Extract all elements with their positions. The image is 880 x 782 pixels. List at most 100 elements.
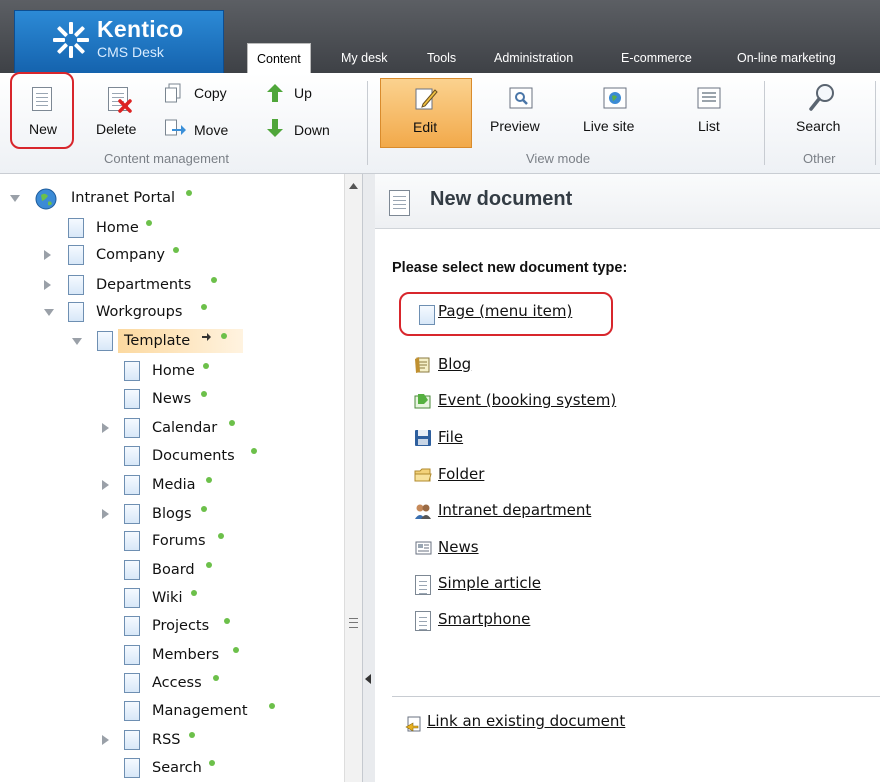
published-status-dot xyxy=(224,618,230,624)
doc-type-smartphone[interactable]: Smartphone xyxy=(438,610,530,628)
product-name: CMS Desk xyxy=(97,44,164,60)
expand-arrow-icon[interactable] xyxy=(102,423,109,433)
tree-node-root[interactable]: Intranet Portal xyxy=(0,186,340,210)
link-existing-document[interactable]: Link an existing document xyxy=(427,712,625,730)
tree-node-media[interactable]: Media xyxy=(0,473,300,497)
page-icon xyxy=(124,560,140,580)
list-button[interactable]: List xyxy=(686,81,732,149)
tree-scrollbar[interactable] xyxy=(344,174,363,782)
tree-node-forums[interactable]: Forums xyxy=(0,529,300,553)
tree-node-management[interactable]: Management xyxy=(0,699,300,723)
tree-node-calendar[interactable]: Calendar xyxy=(0,416,300,440)
doc-type-file[interactable]: File xyxy=(438,428,463,446)
search-button[interactable]: Search xyxy=(790,81,854,149)
preview-button[interactable]: Preview xyxy=(486,81,556,149)
doc-type-event[interactable]: Event (booking system) xyxy=(438,391,616,409)
page-title: New document xyxy=(430,188,573,210)
department-icon xyxy=(415,504,431,519)
page-icon xyxy=(124,645,140,665)
tree-node-label: Members xyxy=(152,647,220,663)
new-document-icon xyxy=(389,190,410,216)
expand-arrow-icon[interactable] xyxy=(44,280,51,290)
tree-node-blogs[interactable]: Blogs xyxy=(0,502,300,526)
collapse-arrow-icon[interactable] xyxy=(44,309,54,316)
tree-node-template[interactable]: Template xyxy=(0,329,300,353)
expand-arrow-icon[interactable] xyxy=(102,509,109,519)
scroll-up-arrow-icon[interactable] xyxy=(349,183,358,189)
tree-node-members[interactable]: Members xyxy=(0,643,300,667)
tree-node-label: Media xyxy=(152,477,196,493)
tree-node-home[interactable]: Home xyxy=(0,216,300,240)
tab-on-line-marketing[interactable]: On-line marketing xyxy=(737,44,836,73)
kentico-logo[interactable]: Kentico CMS Desk xyxy=(14,10,224,74)
globe-icon xyxy=(603,87,627,109)
copy-button[interactable]: Copy xyxy=(164,83,244,105)
article-icon xyxy=(415,575,431,595)
tree-node-documents[interactable]: Documents xyxy=(0,444,300,468)
expand-arrow-icon[interactable] xyxy=(102,735,109,745)
published-status-dot xyxy=(218,533,224,539)
tree-node-label: Workgroups xyxy=(96,304,183,320)
tree-node-label: Wiki xyxy=(152,590,183,606)
tab-e-commerce[interactable]: E-commerce xyxy=(621,44,692,73)
tree-node-wiki[interactable]: Wiki xyxy=(0,586,300,610)
page-icon xyxy=(68,302,84,322)
event-icon xyxy=(414,394,431,409)
doc-type-news[interactable]: News xyxy=(438,538,479,556)
link-document-icon xyxy=(405,716,421,732)
tree-node-departments[interactable]: Departments xyxy=(0,273,300,297)
doc-type-intranet-department[interactable]: Intranet department xyxy=(438,501,591,519)
tree-node-news[interactable]: News xyxy=(0,387,300,411)
published-status-dot xyxy=(201,391,207,397)
published-status-dot xyxy=(251,448,257,454)
delete-button[interactable]: Delete xyxy=(92,81,152,151)
tree-node-projects[interactable]: Projects xyxy=(0,614,300,638)
pane-splitter[interactable] xyxy=(362,174,376,782)
published-status-dot xyxy=(201,304,207,310)
expand-arrow-icon[interactable] xyxy=(44,250,51,260)
tab-my-desk[interactable]: My desk xyxy=(341,44,388,73)
tree-node-board[interactable]: Board xyxy=(0,558,300,582)
tree-node-search[interactable]: Search xyxy=(0,756,300,780)
collapse-arrow-icon[interactable] xyxy=(10,195,20,202)
doc-type-page[interactable]: Page (menu item) xyxy=(438,302,572,320)
doc-type-simple-article[interactable]: Simple article xyxy=(438,574,541,592)
tree-node-label: Projects xyxy=(152,618,210,634)
doc-type-blog[interactable]: Blog xyxy=(438,355,471,373)
collapse-arrow-icon[interactable] xyxy=(72,338,82,345)
expand-arrow-icon[interactable] xyxy=(102,480,109,490)
edit-button-label: Edit xyxy=(413,119,438,135)
page-icon xyxy=(124,758,140,778)
tab-tools[interactable]: Tools xyxy=(427,44,456,73)
edit-view-button[interactable]: Edit xyxy=(380,78,472,148)
blog-icon xyxy=(415,357,430,373)
up-button[interactable]: Up xyxy=(266,83,326,105)
tree-node-access[interactable]: Access xyxy=(0,671,300,695)
tree-node-label: Blogs xyxy=(152,506,192,522)
content-tree: Intranet Portal Home Company Departments… xyxy=(0,174,344,782)
search-icon xyxy=(809,84,834,111)
tree-node-rss[interactable]: RSS xyxy=(0,728,300,752)
tree-node-label: Home xyxy=(152,363,195,379)
move-button[interactable]: Move xyxy=(164,118,244,140)
tree-node-label: Board xyxy=(152,562,195,578)
tab-administration[interactable]: Administration xyxy=(494,44,573,73)
live-site-button[interactable]: Live site xyxy=(578,81,658,149)
tree-node-workgroups[interactable]: Workgroups xyxy=(0,300,300,324)
copy-icon xyxy=(165,83,181,103)
tree-node-template-home[interactable]: Home xyxy=(0,359,300,383)
page-icon xyxy=(68,218,84,238)
collapse-pane-arrow-icon[interactable] xyxy=(365,674,371,684)
tab-content[interactable]: Content xyxy=(247,43,311,75)
down-button[interactable]: Down xyxy=(266,118,338,140)
content-management-group-label: Content management xyxy=(104,151,230,166)
tree-node-company[interactable]: Company xyxy=(0,243,300,267)
published-status-dot xyxy=(229,420,235,426)
down-button-label: Down xyxy=(294,122,330,138)
kentico-logo-icon xyxy=(53,22,89,58)
page-icon xyxy=(124,531,140,551)
published-status-dot xyxy=(201,506,207,512)
view-mode-group-label: View mode xyxy=(526,151,591,166)
scroll-thumb-grip-icon[interactable] xyxy=(349,618,358,628)
doc-type-folder[interactable]: Folder xyxy=(438,465,484,483)
